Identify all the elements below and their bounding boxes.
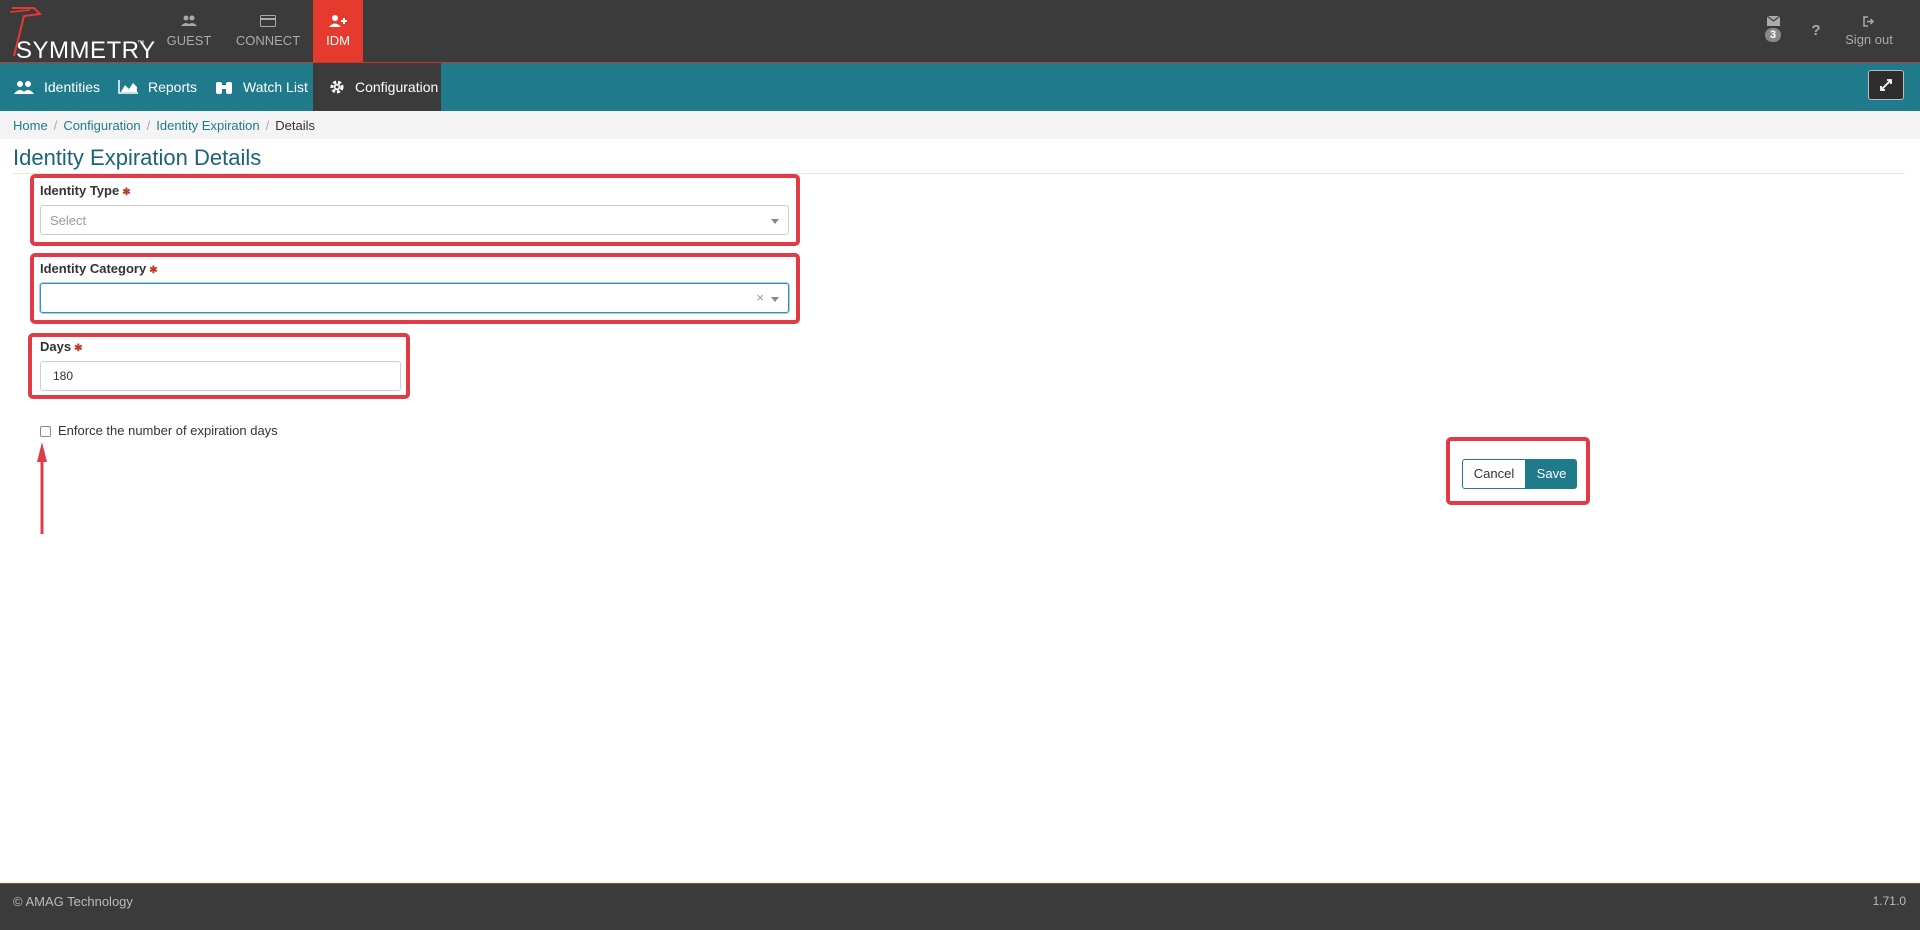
module-connect-label: CONNECT	[235, 33, 301, 48]
breadcrumb: Home / Configuration / Identity Expiration / D…	[13, 118, 315, 133]
fullscreen-button[interactable]	[1868, 70, 1904, 100]
nav-identities[interactable]: Identities	[14, 63, 100, 111]
module-guest[interactable]: GUEST	[158, 0, 220, 62]
help-button[interactable]: ?	[1806, 0, 1826, 62]
help-icon: ?	[1811, 22, 1821, 39]
module-idm[interactable]: IDM	[313, 0, 363, 62]
nav-identities-label: Identities	[44, 79, 101, 95]
nav-configuration-label: Configuration	[355, 79, 439, 95]
highlight-days	[28, 333, 410, 399]
logo-trademark: ™	[137, 40, 144, 47]
expand-icon	[1880, 79, 1892, 91]
annotation-arrow-icon	[37, 442, 47, 534]
nav-watch-list[interactable]: Watch List	[215, 63, 308, 111]
version-text: 1.71.0	[1872, 894, 1906, 908]
nav-watch-list-label: Watch List	[243, 79, 308, 95]
breadcrumb-separator: /	[265, 118, 270, 133]
breadcrumb-identity-expiration[interactable]: Identity Expiration	[156, 118, 259, 133]
sign-out-label: Sign out	[1845, 32, 1893, 47]
nav-reports[interactable]: Reports	[118, 63, 197, 111]
chart-area-icon	[118, 80, 138, 94]
enforce-expiration-label[interactable]: Enforce the number of expiration days	[58, 423, 278, 438]
copyright-text: © AMAG Technology	[13, 894, 133, 909]
nav-reports-label: Reports	[148, 79, 198, 95]
symmetry-logo[interactable]: SYMMETRY ™	[6, 4, 155, 64]
users-icon	[14, 80, 34, 94]
gear-icon	[329, 79, 345, 95]
top-bar: SYMMETRY ™ GUEST CONNECT IDM 3 ? Sign ou…	[0, 0, 1920, 64]
nav-configuration[interactable]: Configuration	[313, 63, 441, 111]
module-idm-label: IDM	[326, 33, 350, 48]
main-nav: Identities Reports Watch List Configurat…	[0, 63, 1920, 111]
highlight-identity-category	[30, 253, 800, 324]
breadcrumb-bar: Home / Configuration / Identity Expiration / D…	[0, 111, 1920, 139]
envelope-icon	[1766, 16, 1780, 26]
logo-text: SYMMETRY	[16, 37, 156, 64]
module-connect[interactable]: CONNECT	[228, 0, 308, 62]
highlight-identity-type	[30, 174, 800, 246]
user-plus-icon	[329, 15, 347, 27]
footer: © AMAG Technology 1.71.0	[0, 883, 1920, 930]
binoculars-icon	[215, 80, 233, 95]
users-icon	[181, 15, 197, 26]
breadcrumb-separator: /	[53, 118, 58, 133]
enforce-expiration-checkbox[interactable]	[40, 426, 51, 437]
highlight-buttons	[1446, 437, 1590, 505]
breadcrumb-separator: /	[146, 118, 151, 133]
breadcrumb-current: Details	[275, 118, 315, 133]
sign-out-button[interactable]: Sign out	[1838, 0, 1900, 62]
messages-button[interactable]: 3	[1758, 0, 1788, 62]
module-guest-label: GUEST	[166, 33, 212, 48]
card-icon	[260, 15, 276, 27]
page-title: Identity Expiration Details	[13, 145, 262, 170]
sign-out-icon	[1863, 16, 1875, 27]
breadcrumb-configuration[interactable]: Configuration	[63, 118, 140, 133]
message-count-badge: 3	[1764, 28, 1782, 42]
breadcrumb-home[interactable]: Home	[13, 118, 48, 133]
